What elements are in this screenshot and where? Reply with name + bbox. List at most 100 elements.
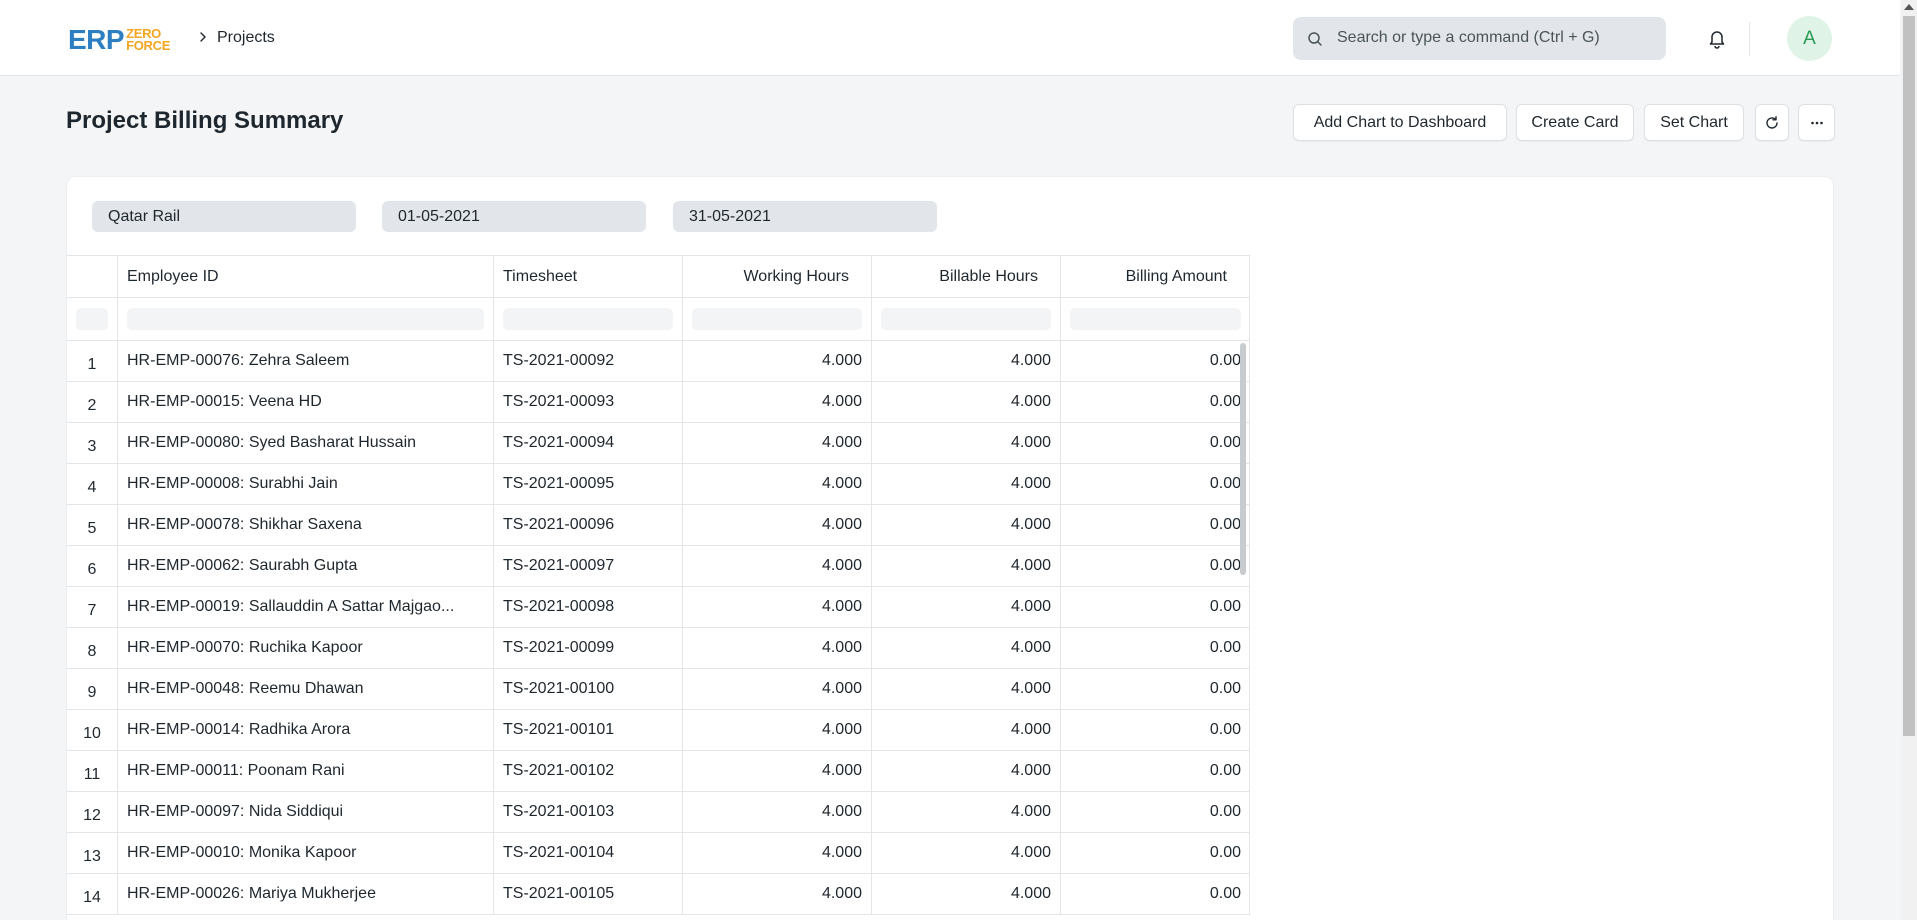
employee-id-cell[interactable]: HR-EMP-00008: Surabhi Jain — [118, 464, 494, 504]
table-row[interactable]: 1 HR-EMP-00076: Zehra Saleem TS-2021-00092… — [67, 341, 1250, 382]
set-chart-button[interactable]: Set Chart — [1644, 104, 1744, 141]
table-scrollbar[interactable] — [1240, 343, 1246, 575]
employee-id-cell[interactable]: HR-EMP-00062: Saurabh Gupta — [118, 546, 494, 586]
row-number[interactable]: 3 — [67, 423, 118, 463]
working-hours-cell[interactable]: 4.000 — [683, 628, 872, 668]
project-filter[interactable]: Qatar Rail — [92, 201, 356, 232]
billing-amount-cell[interactable]: 0.00 — [1061, 423, 1250, 463]
working-hours-cell[interactable]: 4.000 — [683, 833, 872, 873]
billing-amount-cell[interactable]: 0.00 — [1061, 792, 1250, 832]
timesheet-cell[interactable]: TS-2021-00099 — [494, 628, 683, 668]
timesheet-cell[interactable]: TS-2021-00100 — [494, 669, 683, 709]
timesheet-cell[interactable]: TS-2021-00093 — [494, 382, 683, 422]
app-logo[interactable]: ERP ZERO FORCE — [68, 24, 170, 55]
billing-amount-cell[interactable]: 0.00 — [1061, 669, 1250, 709]
avatar[interactable]: A — [1787, 16, 1832, 61]
page-scrollbar-thumb[interactable] — [1903, 16, 1915, 736]
create-card-button[interactable]: Create Card — [1516, 104, 1634, 141]
working-hours-cell[interactable]: 4.000 — [683, 792, 872, 832]
employee-id-cell[interactable]: HR-EMP-00019: Sallauddin A Sattar Majgao… — [118, 587, 494, 627]
billable-hours-cell[interactable]: 4.000 — [872, 792, 1061, 832]
billing-amount-cell[interactable]: 0.00 — [1061, 587, 1250, 627]
row-number[interactable]: 14 — [67, 874, 118, 914]
billable-hours-cell[interactable]: 4.000 — [872, 464, 1061, 504]
to-date-filter[interactable]: 31-05-2021 — [673, 201, 937, 232]
table-row[interactable]: 2 HR-EMP-00015: Veena HD TS-2021-00093 4.00… — [67, 382, 1250, 423]
working-hours-cell[interactable]: 4.000 — [683, 423, 872, 463]
row-number[interactable]: 10 — [67, 710, 118, 750]
billing-amount-cell[interactable]: 0.00 — [1061, 628, 1250, 668]
row-number[interactable]: 11 — [67, 751, 118, 791]
from-date-filter[interactable]: 01-05-2021 — [382, 201, 646, 232]
timesheet-filter-input[interactable] — [503, 308, 673, 330]
billing-amount-cell[interactable]: 0.00 — [1061, 382, 1250, 422]
bell-icon[interactable] — [1706, 27, 1728, 49]
timesheet-cell[interactable]: TS-2021-00092 — [494, 341, 683, 381]
row-number[interactable]: 2 — [67, 382, 118, 422]
row-number[interactable]: 5 — [67, 505, 118, 545]
row-number[interactable]: 6 — [67, 546, 118, 586]
refresh-button[interactable] — [1755, 104, 1789, 141]
timesheet-cell[interactable]: TS-2021-00096 — [494, 505, 683, 545]
billable-hours-cell[interactable]: 4.000 — [872, 341, 1061, 381]
billing-amount-cell[interactable]: 0.00 — [1061, 505, 1250, 545]
row-number[interactable]: 9 — [67, 669, 118, 709]
table-row[interactable]: 6 HR-EMP-00062: Saurabh Gupta TS-2021-0009… — [67, 546, 1250, 587]
breadcrumb-projects[interactable]: Projects — [217, 29, 275, 47]
billable-hours-cell[interactable]: 4.000 — [872, 751, 1061, 791]
working-hours-cell[interactable]: 4.000 — [683, 464, 872, 504]
employee-id-cell[interactable]: HR-EMP-00080: Syed Basharat Hussain — [118, 423, 494, 463]
billable-hours-cell[interactable]: 4.000 — [872, 710, 1061, 750]
working-hours-cell[interactable]: 4.000 — [683, 669, 872, 709]
billable-hours-cell[interactable]: 4.000 — [872, 546, 1061, 586]
employee-id-cell[interactable]: HR-EMP-00070: Ruchika Kapoor — [118, 628, 494, 668]
timesheet-cell[interactable]: TS-2021-00105 — [494, 874, 683, 914]
working-hours-cell[interactable]: 4.000 — [683, 505, 872, 545]
column-header-timesheet[interactable]: Timesheet — [494, 256, 683, 297]
billing-amount-cell[interactable]: 0.00 — [1061, 751, 1250, 791]
timesheet-cell[interactable]: TS-2021-00103 — [494, 792, 683, 832]
billing-amount-cell[interactable]: 0.00 — [1061, 464, 1250, 504]
working-hours-filter-input[interactable] — [692, 308, 862, 330]
employee-id-cell[interactable]: HR-EMP-00097: Nida Siddiqui — [118, 792, 494, 832]
timesheet-cell[interactable]: TS-2021-00095 — [494, 464, 683, 504]
table-row[interactable]: 14 HR-EMP-00026: Mariya Mukherjee TS-2021-… — [67, 874, 1250, 915]
billing-amount-cell[interactable]: 0.00 — [1061, 874, 1250, 914]
employee-id-cell[interactable]: HR-EMP-00010: Monika Kapoor — [118, 833, 494, 873]
column-header-billing-amount[interactable]: Billing Amount — [1061, 256, 1250, 297]
row-number[interactable]: 4 — [67, 464, 118, 504]
table-row[interactable]: 11 HR-EMP-00011: Poonam Rani TS-2021-00102… — [67, 751, 1250, 792]
billable-hours-cell[interactable]: 4.000 — [872, 505, 1061, 545]
timesheet-cell[interactable]: TS-2021-00094 — [494, 423, 683, 463]
timesheet-cell[interactable]: TS-2021-00097 — [494, 546, 683, 586]
column-header-employee-id[interactable]: Employee ID — [118, 256, 494, 297]
row-number[interactable]: 12 — [67, 792, 118, 832]
employee-id-cell[interactable]: HR-EMP-00015: Veena HD — [118, 382, 494, 422]
working-hours-cell[interactable]: 4.000 — [683, 546, 872, 586]
row-number[interactable]: 7 — [67, 587, 118, 627]
scroll-up-arrow-icon[interactable] — [1904, 4, 1914, 10]
timesheet-cell[interactable]: TS-2021-00098 — [494, 587, 683, 627]
billing-amount-cell[interactable]: 0.00 — [1061, 710, 1250, 750]
table-row[interactable]: 9 HR-EMP-00048: Reemu Dhawan TS-2021-00100… — [67, 669, 1250, 710]
billing-amount-cell[interactable]: 0.00 — [1061, 833, 1250, 873]
working-hours-cell[interactable]: 4.000 — [683, 751, 872, 791]
page-scrollbar[interactable] — [1901, 0, 1917, 920]
table-row[interactable]: 7 HR-EMP-00019: Sallauddin A Sattar Majga… — [67, 587, 1250, 628]
table-row[interactable]: 4 HR-EMP-00008: Surabhi Jain TS-2021-00095… — [67, 464, 1250, 505]
billable-hours-filter-input[interactable] — [881, 308, 1051, 330]
billable-hours-cell[interactable]: 4.000 — [872, 669, 1061, 709]
billing-amount-cell[interactable]: 0.00 — [1061, 546, 1250, 586]
working-hours-cell[interactable]: 4.000 — [683, 341, 872, 381]
billable-hours-cell[interactable]: 4.000 — [872, 423, 1061, 463]
timesheet-cell[interactable]: TS-2021-00102 — [494, 751, 683, 791]
billable-hours-cell[interactable]: 4.000 — [872, 833, 1061, 873]
working-hours-cell[interactable]: 4.000 — [683, 710, 872, 750]
search-input[interactable]: Search or type a command (Ctrl + G) — [1293, 17, 1666, 60]
table-row[interactable]: 12 HR-EMP-00097: Nida Siddiqui TS-2021-001… — [67, 792, 1250, 833]
row-number[interactable]: 1 — [67, 341, 118, 381]
employee-id-cell[interactable]: HR-EMP-00076: Zehra Saleem — [118, 341, 494, 381]
column-header-working-hours[interactable]: Working Hours — [683, 256, 872, 297]
add-chart-to-dashboard-button[interactable]: Add Chart to Dashboard — [1293, 104, 1507, 141]
billable-hours-cell[interactable]: 4.000 — [872, 587, 1061, 627]
